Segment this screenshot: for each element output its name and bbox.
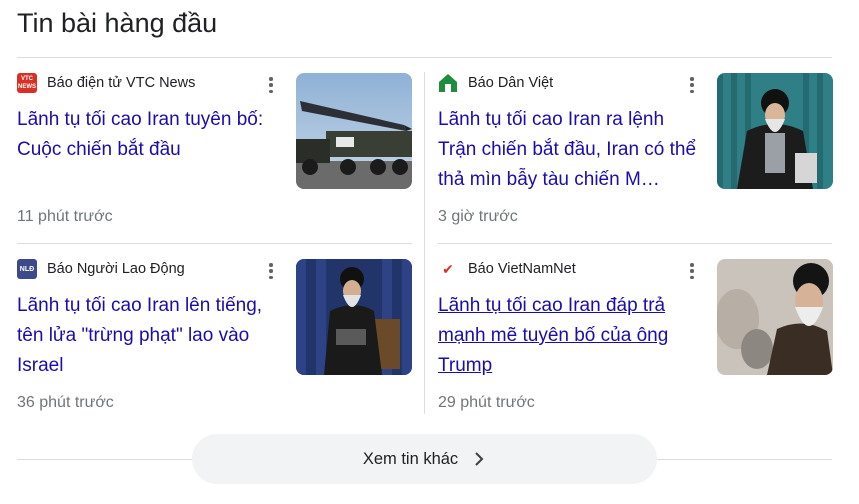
news-source[interactable]: VTC NEWS Báo điện tử VTC News [17,73,195,93]
article-thumbnail[interactable] [296,73,412,189]
news-card[interactable]: NLĐ Báo Người Lao Động Lãnh tụ tối cao I… [17,259,412,429]
row-divider [438,243,832,244]
top-divider [17,57,832,58]
row-divider [17,243,412,244]
news-card[interactable]: VTC NEWS Báo điện tử VTC News Lãnh tụ tối… [17,73,412,243]
timestamp: 29 phút trước [438,394,535,411]
more-options-icon[interactable] [688,261,696,281]
news-card[interactable]: Báo Dân Việt Lãnh tụ tối cao Iran ra lện… [438,73,833,243]
more-news-button[interactable]: Xem tin khác [192,434,657,484]
timestamp: 36 phút trước [17,394,114,411]
dan-viet-logo-icon [438,73,458,93]
chevron-right-icon [472,452,486,466]
nld-logo-icon: NLĐ [17,259,37,279]
headline-link[interactable]: Lãnh tụ tối cao Iran ra lệnh Trận chiến … [438,105,700,195]
more-options-icon[interactable] [688,75,696,95]
article-thumbnail[interactable] [296,259,412,375]
source-name: Báo Dân Việt [468,75,554,91]
vietnamnet-logo-icon: ✔ [442,260,454,277]
cleric-seated-image [296,259,412,375]
headline-link[interactable]: Lãnh tụ tối cao Iran lên tiếng, tên lửa … [17,291,279,381]
cleric-portrait-image [717,259,833,375]
cleric-speaking-image [717,73,833,189]
source-name: Báo điện tử VTC News [47,75,196,91]
article-thumbnail[interactable] [717,259,833,375]
news-source[interactable]: Báo Dân Việt [438,73,553,93]
more-options-icon[interactable] [267,261,275,281]
vtc-news-logo-icon: VTC NEWS [17,73,37,93]
more-options-icon[interactable] [267,75,275,95]
headline-link[interactable]: Lãnh tụ tối cao Iran đáp trả mạnh mẽ tuy… [438,291,700,381]
source-name: Báo VietNamNet [468,261,576,277]
more-news-label: Xem tin khác [362,449,459,468]
source-name: Báo Người Lao Động [47,261,185,277]
article-thumbnail[interactable] [717,73,833,189]
headline-link[interactable]: Lãnh tụ tối cao Iran tuyên bố: Cuộc chiế… [17,105,279,165]
missile-truck-image [296,73,412,189]
news-source[interactable]: ✔ Báo VietNamNet [438,259,576,279]
news-card[interactable]: ✔ Báo VietNamNet Lãnh tụ tối cao Iran đá… [438,259,833,429]
timestamp: 3 giờ trước [438,208,518,225]
column-divider [424,72,425,414]
section-title: Tin bài hàng đầu [17,8,218,38]
timestamp: 11 phút trước [17,208,113,225]
news-source[interactable]: NLĐ Báo Người Lao Động [17,259,185,279]
